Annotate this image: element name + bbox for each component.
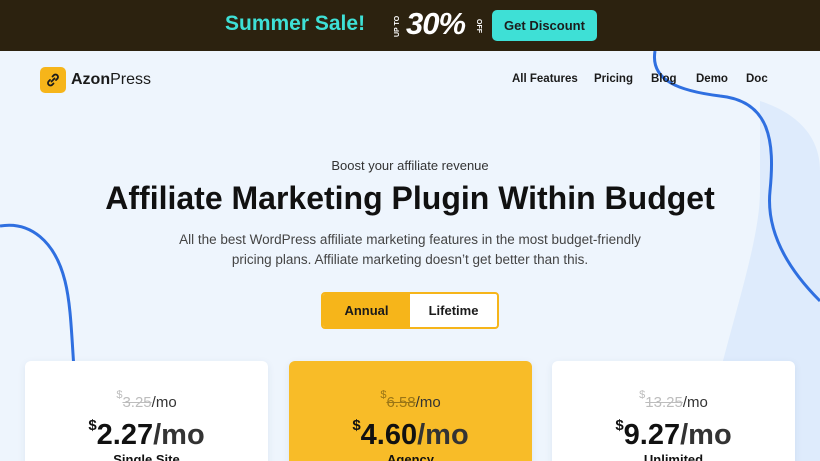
get-discount-button[interactable]: Get Discount	[492, 10, 597, 41]
off-text: OFF	[475, 19, 482, 33]
nav-blog[interactable]: Blog	[651, 73, 677, 85]
nav-all-features[interactable]: All Features	[512, 73, 578, 85]
hero-description: All the best WordPress affiliate marketi…	[0, 230, 820, 270]
old-price: $6.58/mo	[380, 389, 441, 411]
hero-eyebrow: Boost your affiliate revenue	[331, 158, 489, 173]
sale-text: Summer Sale!	[225, 12, 366, 35]
current-price: $4.60/mo	[352, 417, 469, 451]
brand-logo[interactable]: AzonPress	[40, 67, 151, 93]
promo-banner: Summer Sale! UP TO 30% OFF Get Discount	[0, 0, 820, 51]
pricing-card-agency: $6.58/mo $4.60/mo Agency	[289, 361, 532, 461]
billing-toggle: Annual Lifetime	[321, 292, 499, 329]
toggle-lifetime[interactable]: Lifetime	[410, 294, 497, 327]
pricing-card-single-site: $3.25/mo $2.27/mo Single Site	[25, 361, 268, 461]
plan-name: Agency	[387, 452, 434, 461]
link-icon	[40, 67, 66, 93]
current-price: $9.27/mo	[615, 417, 732, 451]
pricing-card-unlimited: $13.25/mo $9.27/mo Unlimited	[552, 361, 795, 461]
current-price: $2.27/mo	[88, 417, 205, 451]
plan-name: Single Site	[113, 452, 180, 461]
discount-percent: 30%	[406, 6, 466, 41]
old-price: $3.25/mo	[116, 389, 177, 411]
brand-name: AzonPress	[71, 71, 152, 88]
old-price: $13.25/mo	[639, 389, 708, 411]
hero-description-line2: pricing plans. Affiliate marketing doesn…	[231, 252, 589, 267]
hero-description-line1: All the best WordPress affiliate marketi…	[179, 232, 641, 247]
nav-demo[interactable]: Demo	[696, 73, 728, 85]
toggle-annual[interactable]: Annual	[323, 294, 410, 327]
nav-pricing[interactable]: Pricing	[594, 73, 633, 85]
page-title: Affiliate Marketing Plugin Within Budget	[105, 180, 715, 216]
plan-name: Unlimited	[643, 452, 704, 461]
nav-doc[interactable]: Doc	[746, 73, 768, 85]
